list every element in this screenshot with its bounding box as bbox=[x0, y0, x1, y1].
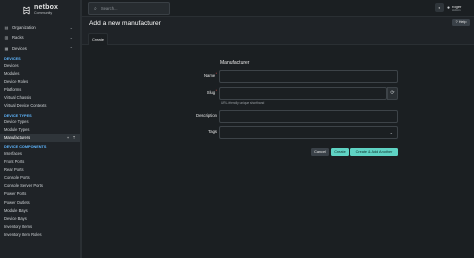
nav-group-devices[interactable]: ▦ Devices ⌃ bbox=[0, 43, 81, 54]
sidebar-item-interfaces[interactable]: Interfaces bbox=[0, 149, 81, 157]
user-role: Admin bbox=[452, 7, 461, 12]
sidebar-item-device-roles[interactable]: Device Roles bbox=[0, 78, 81, 86]
building-icon: ▤ bbox=[4, 24, 9, 30]
description-label: Description bbox=[196, 113, 217, 118]
refresh-icon: ⟳ bbox=[390, 90, 395, 96]
tags-label: Tags bbox=[208, 129, 217, 134]
chevron-down-icon: ⌄ bbox=[389, 130, 393, 135]
half-moon-icon: ◐ bbox=[438, 5, 441, 10]
nav-group-racks[interactable]: ▥ Racks ⌄ bbox=[0, 33, 81, 44]
section-label-device-components: DEVICE COMPONENTS bbox=[4, 145, 47, 150]
chevron-down-icon: ⌄ bbox=[69, 35, 73, 41]
sidebar-item-front-ports[interactable]: Front Ports bbox=[0, 158, 81, 166]
chevron-up-icon: ⌃ bbox=[69, 45, 73, 51]
search-icon: ⌕ bbox=[94, 5, 97, 12]
import-icon[interactable]: ⇡ bbox=[72, 135, 76, 140]
sidebar-item-device-types[interactable]: Device Types bbox=[0, 118, 81, 126]
tags-select[interactable]: ⌄ bbox=[219, 126, 398, 139]
sidebar-item-console-ports[interactable]: Console Ports bbox=[0, 174, 81, 182]
sidebar: netbox Community ▤ Organization ⌄ ▥ Rack… bbox=[0, 0, 82, 258]
user-icon: ● bbox=[447, 5, 451, 11]
nav-group-label: Organization bbox=[12, 24, 36, 30]
name-label-text: Name bbox=[204, 73, 216, 78]
sidebar-item-modules[interactable]: Modules bbox=[0, 69, 81, 77]
user-menu[interactable]: ● roger Admin bbox=[447, 2, 473, 14]
sidebar-item-manufacturers[interactable]: Manufacturers + ⇡ bbox=[0, 133, 81, 142]
topbar: ⌕ ◐ ● roger Admin bbox=[82, 0, 474, 17]
sidebar-item-virtual-chassis[interactable]: Virtual Chassis bbox=[0, 94, 81, 102]
sidebar-item-module-types[interactable]: Module Types bbox=[0, 126, 81, 134]
help-button[interactable]: ? Help bbox=[452, 19, 470, 26]
slug-label: Slug* bbox=[206, 89, 217, 95]
regenerate-slug-button[interactable]: ⟳ bbox=[387, 87, 398, 100]
help-icon: ? bbox=[455, 20, 458, 24]
search-input[interactable] bbox=[100, 6, 161, 11]
sidebar-item-console-server-ports[interactable]: Console Server Ports bbox=[0, 182, 81, 190]
slug-help-text: URL-friendly unique shorthand bbox=[221, 101, 265, 105]
sidebar-item-virtual-device-contexts[interactable]: Virtual Device Contexts bbox=[0, 102, 81, 110]
page-title: Add a new manufacturer bbox=[89, 20, 161, 27]
slug-label-text: Slug bbox=[206, 90, 216, 95]
search-box[interactable]: ⌕ bbox=[88, 2, 170, 15]
name-label: Name* bbox=[204, 72, 217, 78]
sidebar-item-device-bays[interactable]: Device Bays bbox=[0, 214, 81, 222]
cancel-button[interactable]: Cancel bbox=[311, 148, 329, 156]
tab-create[interactable]: Create bbox=[88, 33, 108, 45]
brand-name: netbox bbox=[34, 4, 59, 12]
nav-group-label: Devices bbox=[12, 45, 27, 51]
chevron-down-icon: ⌄ bbox=[69, 24, 73, 30]
name-field[interactable] bbox=[219, 70, 398, 88]
form-heading: Manufacturer bbox=[220, 60, 250, 66]
sidebar-item-devices[interactable]: Devices bbox=[0, 61, 81, 69]
sidebar-item-rear-ports[interactable]: Rear Ports bbox=[0, 166, 81, 174]
server-icon: ▦ bbox=[4, 45, 9, 51]
sidebar-item-platforms[interactable]: Platforms bbox=[0, 86, 81, 94]
sidebar-item-inventory-items[interactable]: Inventory Items bbox=[0, 222, 81, 230]
sidebar-item-power-ports[interactable]: Power Ports bbox=[0, 190, 81, 198]
slug-field[interactable] bbox=[219, 87, 387, 105]
add-icon[interactable]: + bbox=[66, 135, 70, 140]
create-button[interactable]: Create bbox=[331, 148, 349, 156]
sidebar-item-power-outlets[interactable]: Power Outlets bbox=[0, 198, 81, 206]
brand[interactable]: netbox Community bbox=[0, 0, 81, 20]
section-label-devices: DEVICES bbox=[4, 57, 21, 62]
section-label-device-types: DEVICE TYPES bbox=[4, 113, 32, 118]
brand-subtitle: Community bbox=[34, 11, 53, 16]
theme-toggle-button[interactable]: ◐ bbox=[435, 3, 444, 12]
netbox-logo-icon bbox=[23, 6, 30, 14]
nav-group-label: Racks bbox=[12, 35, 24, 41]
page-header: Add a new manufacturer ? Help Create bbox=[82, 17, 474, 45]
sidebar-item-label: Manufacturers bbox=[4, 135, 31, 141]
sidebar-item-module-bays[interactable]: Module Bays bbox=[0, 206, 81, 214]
rack-icon: ▥ bbox=[4, 35, 9, 41]
nav-group-organization[interactable]: ▤ Organization ⌄ bbox=[0, 22, 81, 33]
create-add-another-button[interactable]: Create & Add Another bbox=[350, 148, 398, 156]
description-field[interactable] bbox=[219, 110, 398, 128]
help-label: Help bbox=[458, 20, 467, 24]
sidebar-item-inventory-item-roles[interactable]: Inventory Item Roles bbox=[0, 230, 81, 238]
